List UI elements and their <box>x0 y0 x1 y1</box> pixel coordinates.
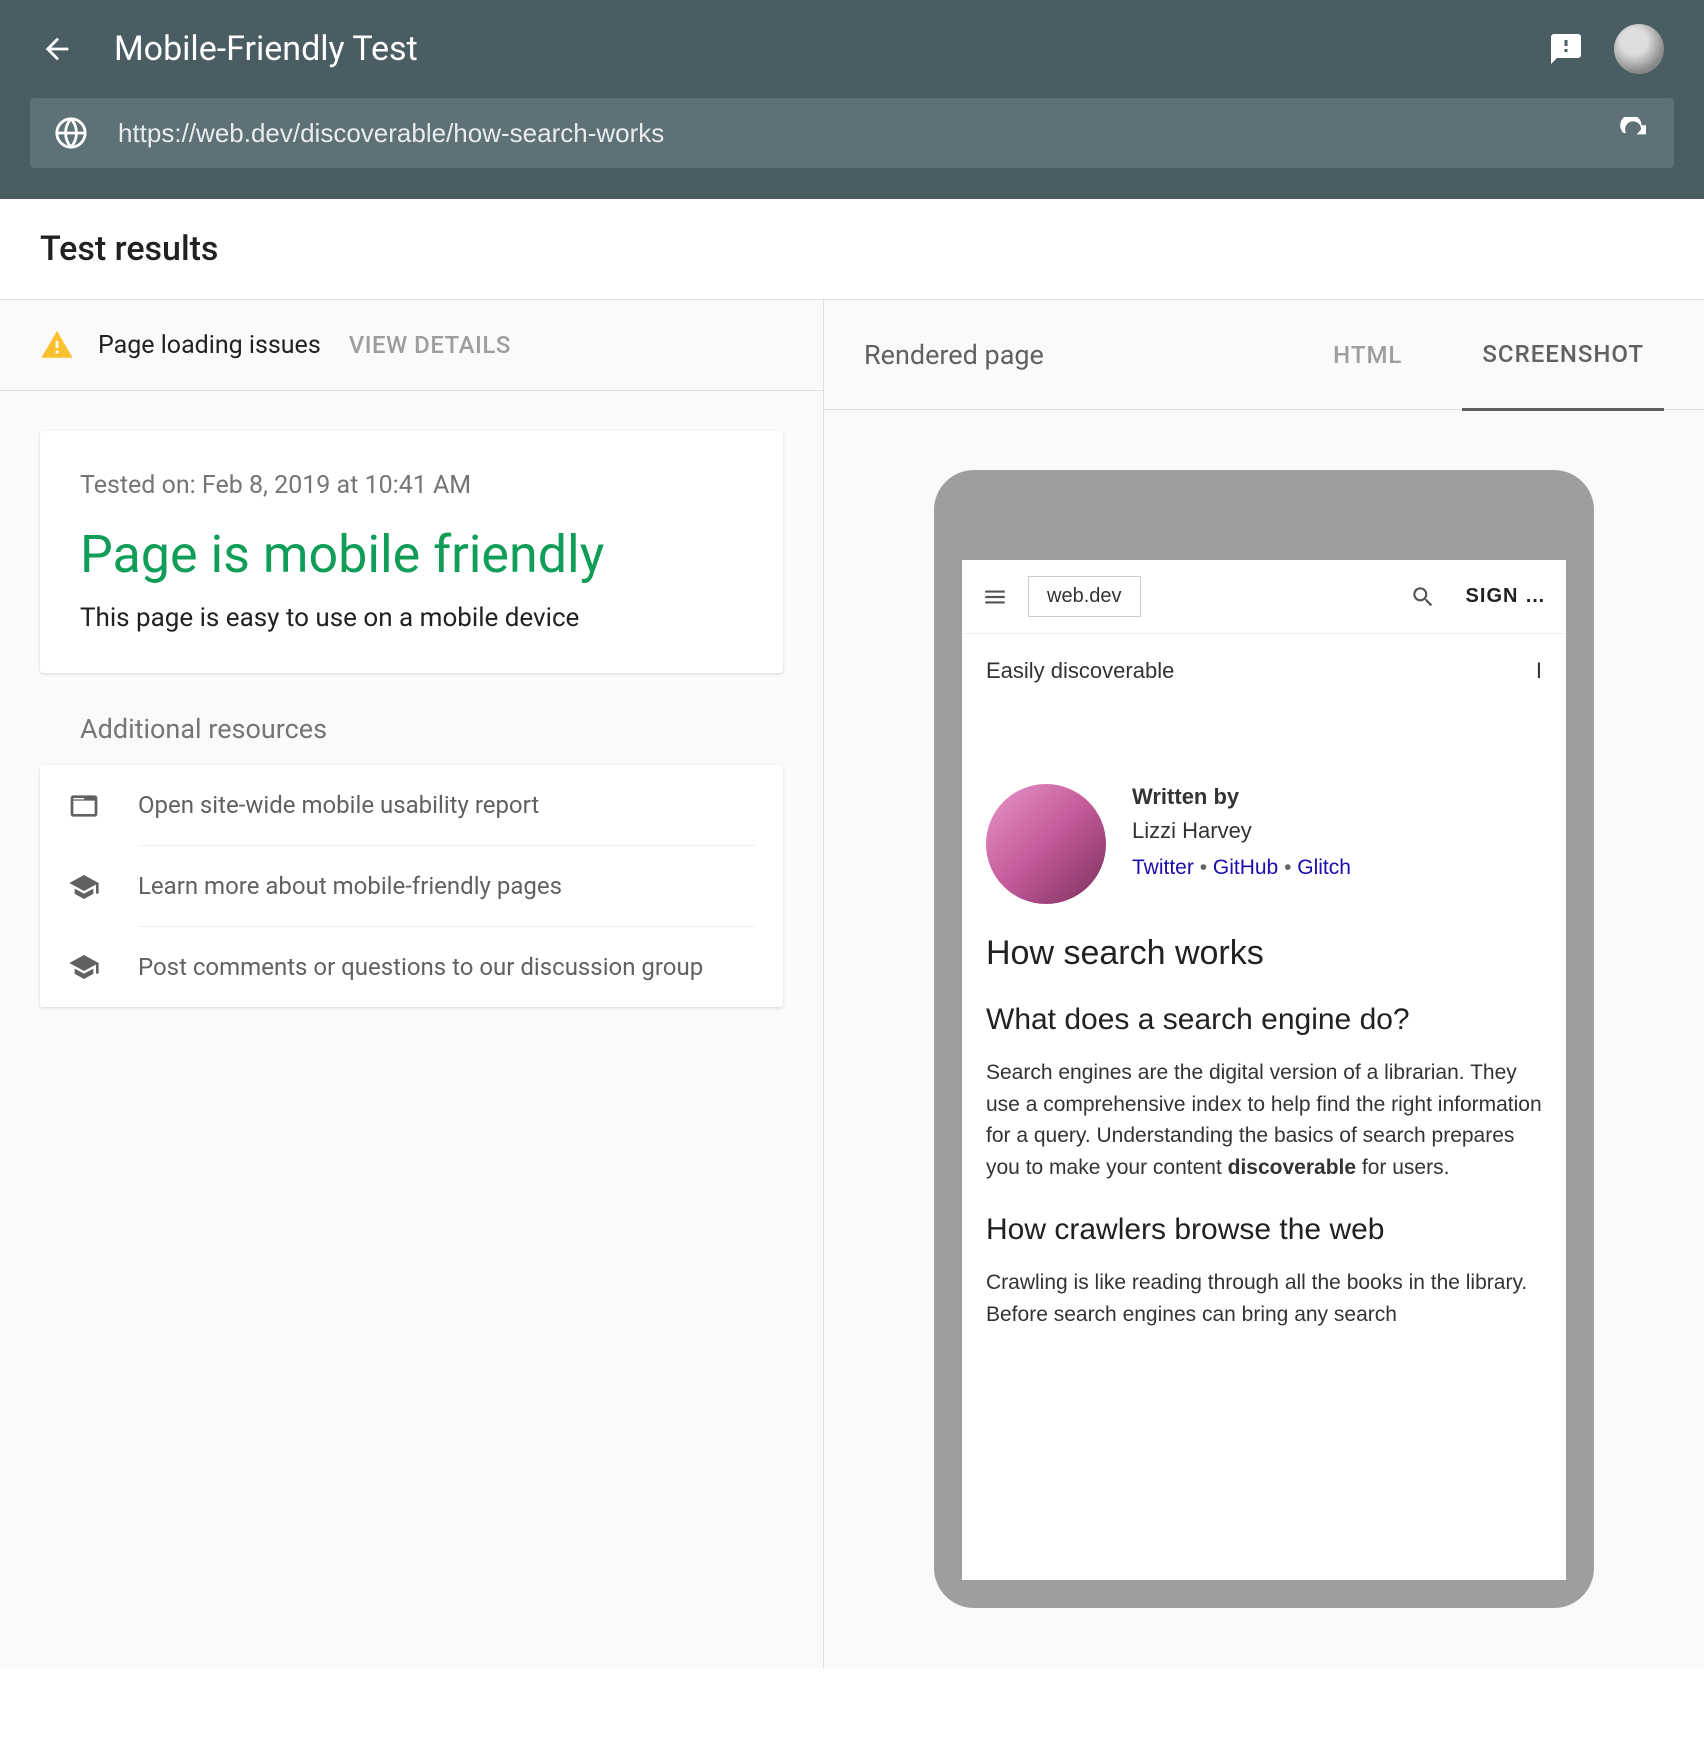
author-avatar <box>986 784 1106 904</box>
resource-label: Learn more about mobile-friendly pages <box>138 868 755 927</box>
web-icon <box>68 790 108 822</box>
breadcrumb-index: I <box>1536 658 1542 684</box>
search-icon[interactable] <box>1410 584 1436 610</box>
rendered-page-label: Rendered page <box>864 339 1313 371</box>
author-links: Twitter • GitHub • Glitch <box>1132 856 1351 880</box>
result-title: Page is mobile friendly <box>80 524 743 585</box>
school-icon <box>68 951 108 983</box>
tab-screenshot[interactable]: SCREENSHOT <box>1462 300 1664 411</box>
feedback-button[interactable] <box>1548 31 1584 67</box>
back-button[interactable] <box>40 32 74 66</box>
resource-item-report[interactable]: Open site-wide mobile usability report <box>40 765 783 846</box>
tab-html[interactable]: HTML <box>1313 301 1422 409</box>
site-name-badge[interactable]: web.dev <box>1028 576 1141 617</box>
hamburger-icon[interactable] <box>982 584 1008 610</box>
mobile-screen: web.dev SIGN … Easily discoverable I <box>962 560 1566 1580</box>
school-icon <box>68 871 108 903</box>
url-input[interactable] <box>118 118 1618 149</box>
resource-label: Open site-wide mobile usability report <box>138 787 755 846</box>
app-header: Mobile-Friendly Test <box>0 0 1704 199</box>
resources-heading: Additional resources <box>80 713 783 745</box>
url-bar <box>30 98 1674 168</box>
resource-item-learn[interactable]: Learn more about mobile-friendly pages <box>40 846 783 927</box>
breadcrumb-label: Easily discoverable <box>986 658 1174 684</box>
refresh-button[interactable] <box>1618 117 1650 149</box>
result-card: Tested on: Feb 8, 2019 at 10:41 AM Page … <box>40 431 783 673</box>
feedback-icon <box>1548 31 1584 67</box>
arrow-left-icon <box>40 32 74 66</box>
warning-icon <box>40 328 74 362</box>
article-h2: How crawlers browse the web <box>986 1213 1542 1247</box>
view-details-button[interactable]: VIEW DETAILS <box>349 331 511 359</box>
sign-in-link[interactable]: SIGN … <box>1466 585 1546 608</box>
app-title: Mobile-Friendly Test <box>114 29 1548 69</box>
preview-header: Rendered page HTML SCREENSHOT <box>824 300 1704 410</box>
issues-bar: Page loading issues VIEW DETAILS <box>0 300 823 391</box>
globe-icon <box>54 116 88 150</box>
resource-item-discuss[interactable]: Post comments or questions to our discus… <box>40 927 783 1007</box>
article-paragraph: Crawling is like reading through all the… <box>986 1267 1542 1330</box>
github-link[interactable]: GitHub <box>1213 856 1278 879</box>
phone-mockup: web.dev SIGN … Easily discoverable I <box>934 470 1594 1608</box>
glitch-link[interactable]: Glitch <box>1297 856 1351 879</box>
author-name: Lizzi Harvey <box>1132 818 1351 844</box>
written-by-label: Written by <box>1132 784 1351 810</box>
twitter-link[interactable]: Twitter <box>1132 856 1194 879</box>
article-h2: What does a search engine do? <box>986 1003 1542 1037</box>
issues-label: Page loading issues <box>98 331 321 360</box>
refresh-icon <box>1618 117 1650 149</box>
resource-label: Post comments or questions to our discus… <box>138 949 755 985</box>
resources-card: Open site-wide mobile usability report L… <box>40 765 783 1007</box>
results-heading: Test results <box>0 199 1704 300</box>
result-subtitle: This page is easy to use on a mobile dev… <box>80 603 743 633</box>
article-title: How search works <box>986 934 1542 973</box>
user-avatar[interactable] <box>1614 24 1664 74</box>
article-paragraph: Search engines are the digital version o… <box>986 1057 1542 1183</box>
tested-on-label: Tested on: Feb 8, 2019 at 10:41 AM <box>80 471 743 500</box>
